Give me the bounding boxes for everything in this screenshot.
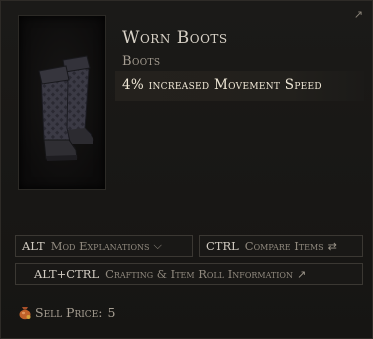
mod-explanations-button[interactable]: ALT Mod Explanations ⌵ xyxy=(15,235,193,257)
arrow-up-right-icon: ↗ xyxy=(297,267,307,281)
item-tooltip: ↗ Worn Boots Boots 4% increased Movement… xyxy=(0,0,373,339)
sell-price: Sell Price: 5 xyxy=(17,304,115,320)
crafting-info-label: Crafting & Item Roll Information xyxy=(105,267,293,281)
crafting-info-button[interactable]: ALT+CTRL Crafting & Item Roll Informatio… xyxy=(15,263,363,285)
expand-arrow-icon[interactable]: ↗ xyxy=(354,8,363,21)
item-image-frame xyxy=(18,15,106,190)
alt-ctrl-key-label: ALT+CTRL xyxy=(34,267,100,281)
compare-items-label: Compare Items xyxy=(244,239,324,253)
coin-bag-icon xyxy=(19,307,31,320)
chevron-down-icon: ⌵ xyxy=(153,239,162,252)
compare-items-button[interactable]: CTRL Compare Items ⇄ xyxy=(199,235,363,257)
item-type: Boots xyxy=(122,54,161,69)
sell-price-value: 5 xyxy=(107,304,116,320)
swap-icon: ⇄ xyxy=(327,239,337,253)
worn-boots-icon xyxy=(38,55,94,161)
item-name: Worn Boots xyxy=(122,28,228,48)
ctrl-key-label: CTRL xyxy=(206,239,239,253)
mod-explanations-label: Mod Explanations xyxy=(50,239,150,253)
alt-key-label: ALT xyxy=(22,239,45,253)
item-modifier: 4% increased Movement Speed xyxy=(122,77,322,93)
item-modifier-row: 4% increased Movement Speed xyxy=(115,71,364,101)
sell-price-label: Sell Price: xyxy=(35,304,103,320)
